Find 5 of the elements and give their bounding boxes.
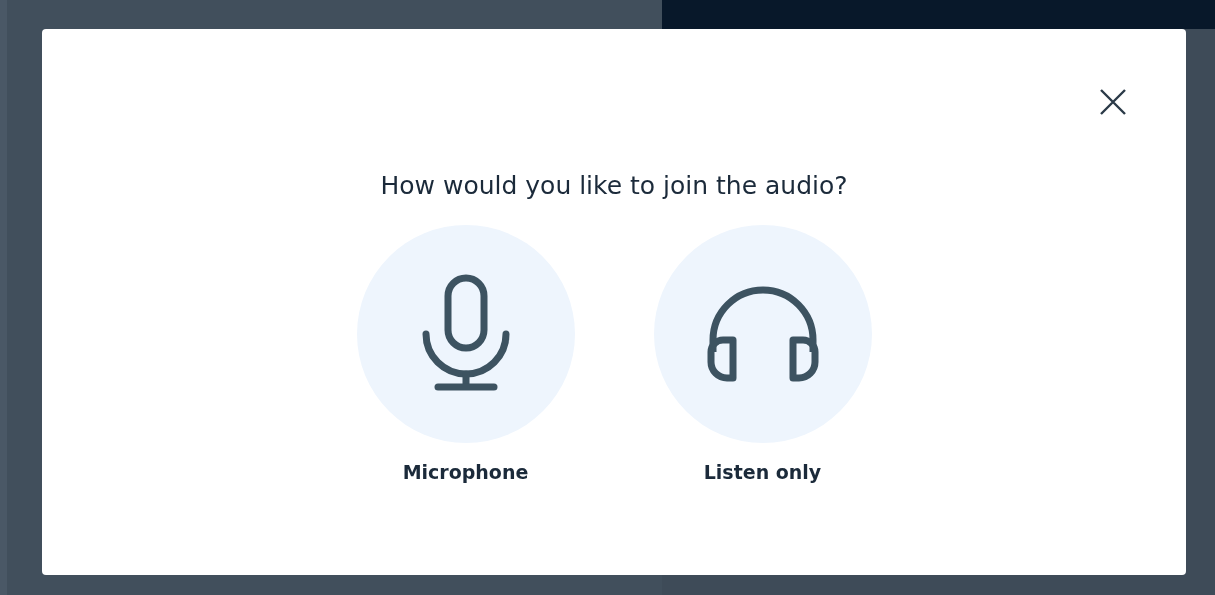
close-icon xyxy=(1099,88,1127,116)
listen-only-option[interactable]: Listen only xyxy=(653,225,872,483)
close-button[interactable] xyxy=(1098,87,1128,117)
microphone-option[interactable]: Microphone xyxy=(356,225,575,483)
dialog-title: How would you like to join the audio? xyxy=(380,171,848,200)
